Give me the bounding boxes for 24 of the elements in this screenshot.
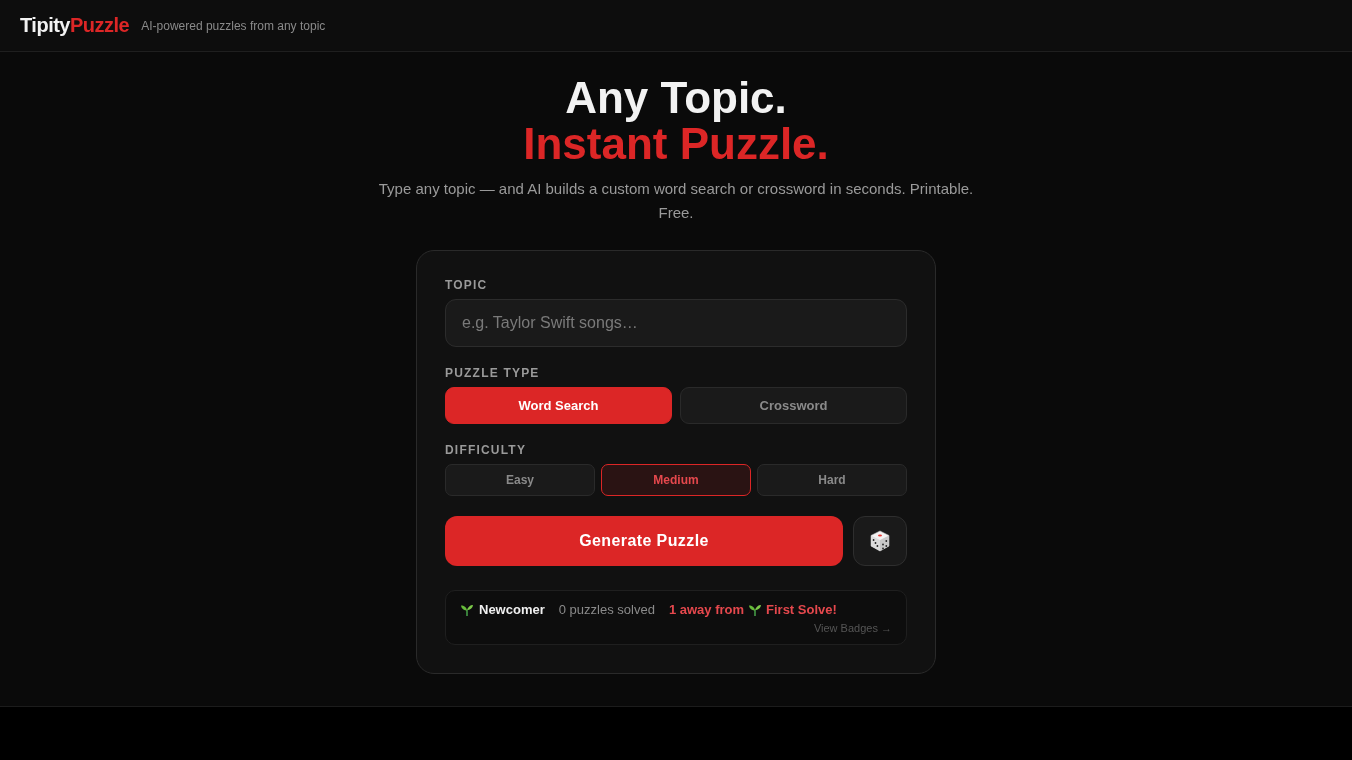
view-badges-link[interactable]: View Badges → — [813, 621, 892, 635]
next-badge-name: First Solve! — [766, 602, 837, 617]
sprout-icon — [460, 602, 474, 617]
rank-name: Newcomer — [479, 602, 545, 617]
difficulty-option[interactable]: Easy — [445, 464, 595, 496]
tagline: AI-powered puzzles from any topic — [141, 18, 326, 33]
puzzle-type-option[interactable]: Word Search — [445, 387, 672, 424]
next-badge-text: 1 away from — [668, 602, 745, 617]
hero-title: Instant Puzzle. — [523, 121, 829, 167]
field-label: TOPIC — [445, 278, 488, 292]
field-label: PUZZLE TYPE — [445, 366, 540, 380]
sprout-icon — [748, 602, 763, 617]
solved-count: 0 puzzles solved — [558, 602, 655, 617]
difficulty-option[interactable]: Hard — [757, 464, 907, 496]
hero-title: Any Topic. — [565, 75, 787, 121]
dice-icon — [868, 529, 892, 553]
hero-subtitle: Type any topic — and AI builds a custom word search or crossword in seconds. Printable. Free. — [377, 179, 975, 223]
difficulty-option[interactable]: Medium — [601, 464, 751, 496]
puzzle-type-option[interactable]: Crossword — [680, 387, 907, 424]
generate-button[interactable]: Generate Puzzle — [445, 516, 843, 566]
topic-input[interactable]: e.g. Taylor Swift songs… — [445, 299, 907, 347]
logo[interactable]: TipityPuzzle — [20, 14, 130, 37]
random-topic-button[interactable] — [853, 516, 907, 566]
field-label: DIFFICULTY — [445, 443, 527, 457]
